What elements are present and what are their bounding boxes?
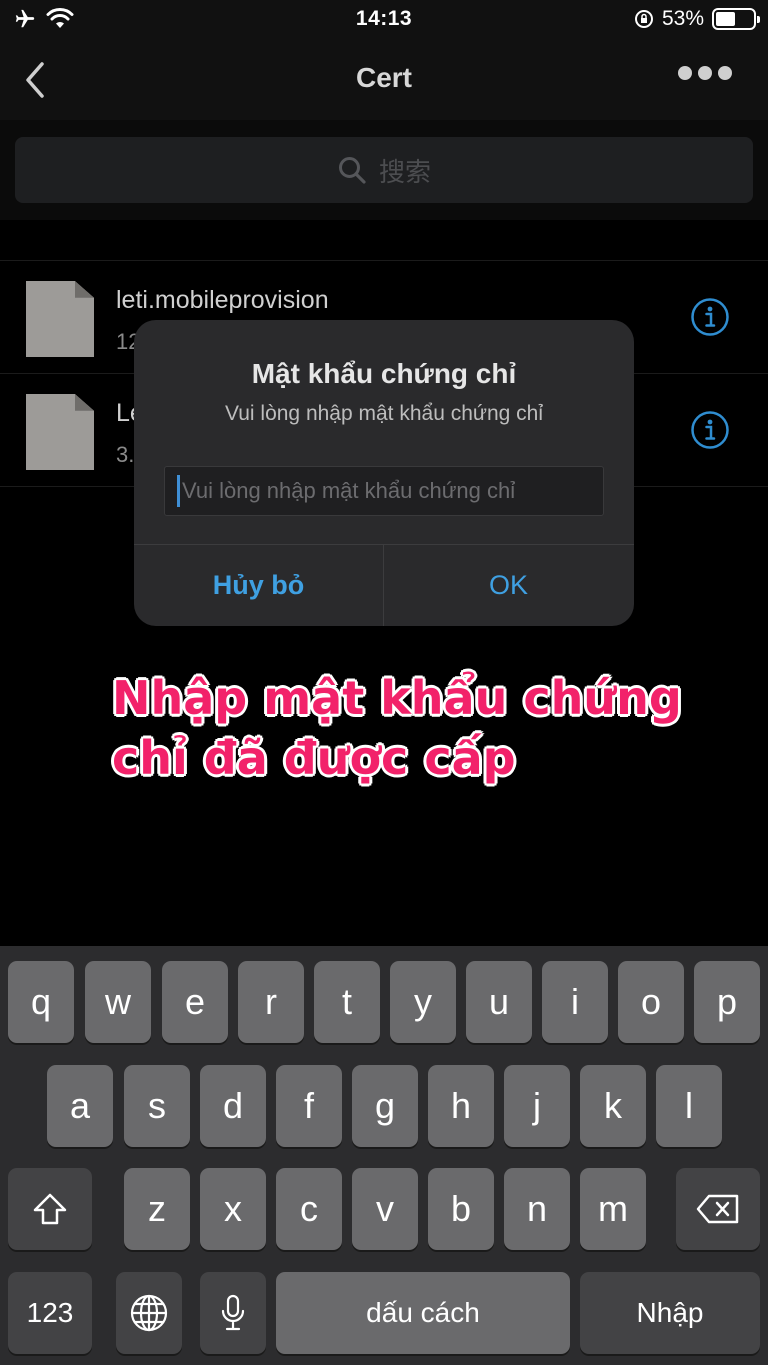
key-c[interactable]: c [276,1168,342,1250]
delete-key[interactable] [676,1168,760,1250]
more-icon-dot [698,66,712,80]
file-icon [26,281,94,357]
keyboard: q w e r t y u i o p a s d f g h j k l z … [0,946,768,1365]
info-icon[interactable] [690,297,730,337]
key-h[interactable]: h [428,1065,494,1147]
password-dialog: Mật khẩu chứng chỉ Vui lòng nhập mật khẩ… [134,320,634,626]
globe-icon [130,1294,168,1332]
file-size: 3. [116,442,135,467]
key-x[interactable]: x [200,1168,266,1250]
key-r[interactable]: r [238,961,304,1043]
text-cursor [177,475,180,507]
search-placeholder: 搜索 [378,156,431,187]
overlay-caption: Nhập mật khẩu chứng chỉ đã được cấp [112,668,732,788]
navigation-bar: Cert [0,40,768,120]
more-button[interactable] [678,66,732,80]
more-icon [678,66,692,80]
key-s[interactable]: s [124,1065,190,1147]
file-name: leti.mobileprovision [116,286,329,314]
search-area: 搜索 [0,120,768,220]
key-a[interactable]: a [47,1065,113,1147]
password-placeholder: Vui lòng nhập mật khẩu chứng chỉ [182,478,516,503]
key-j[interactable]: j [504,1065,570,1147]
key-y[interactable]: y [390,961,456,1043]
key-e[interactable]: e [162,961,228,1043]
shift-key[interactable] [8,1168,92,1250]
key-u[interactable]: u [466,961,532,1043]
password-field[interactable]: Vui lòng nhập mật khẩu chứng chỉ [164,466,604,516]
more-icon-dot [718,66,732,80]
numbers-key[interactable]: 123 [8,1272,92,1354]
key-g[interactable]: g [352,1065,418,1147]
key-k[interactable]: k [580,1065,646,1147]
info-icon[interactable] [690,410,730,450]
key-z[interactable]: z [124,1168,190,1250]
key-d[interactable]: d [200,1065,266,1147]
space-key[interactable]: dấu cách [276,1272,570,1354]
search-icon [338,157,366,184]
microphone-key[interactable] [200,1272,266,1354]
key-q[interactable]: q [8,961,74,1043]
microphone-icon [221,1294,245,1331]
key-m[interactable]: m [580,1168,646,1250]
status-right: 53% [634,7,760,31]
key-t[interactable]: t [314,961,380,1043]
key-w[interactable]: w [85,961,151,1043]
globe-key[interactable] [116,1272,182,1354]
caption-line: chỉ đã được cấp [112,731,516,785]
dialog-title: Mật khẩu chứng chỉ [251,358,517,389]
key-v[interactable]: v [352,1168,418,1250]
search-input[interactable]: 搜索 [15,137,753,203]
dialog-message: Vui lòng nhập mật khẩu chứng chỉ [225,402,543,425]
file-icon [26,394,94,470]
delete-icon [696,1194,739,1224]
status-bar: 14:13 53% [0,0,768,40]
caption-line: Nhập mật khẩu chứng [112,671,682,725]
key-l[interactable]: l [656,1065,722,1147]
key-b[interactable]: b [428,1168,494,1250]
shift-icon [33,1193,67,1225]
key-o[interactable]: o [618,961,684,1043]
cancel-button[interactable]: Hủy bỏ [134,545,383,626]
return-key[interactable]: Nhập [580,1272,760,1354]
key-i[interactable]: i [542,961,608,1043]
battery-percent: 53% [661,7,704,30]
battery-icon [712,8,760,30]
orientation-lock-icon [634,10,653,28]
battery-level [716,12,736,26]
key-n[interactable]: n [504,1168,570,1250]
ok-button[interactable]: OK [384,545,633,626]
key-p[interactable]: p [694,961,760,1043]
page-title: Cert [355,62,412,93]
key-f[interactable]: f [276,1065,342,1147]
